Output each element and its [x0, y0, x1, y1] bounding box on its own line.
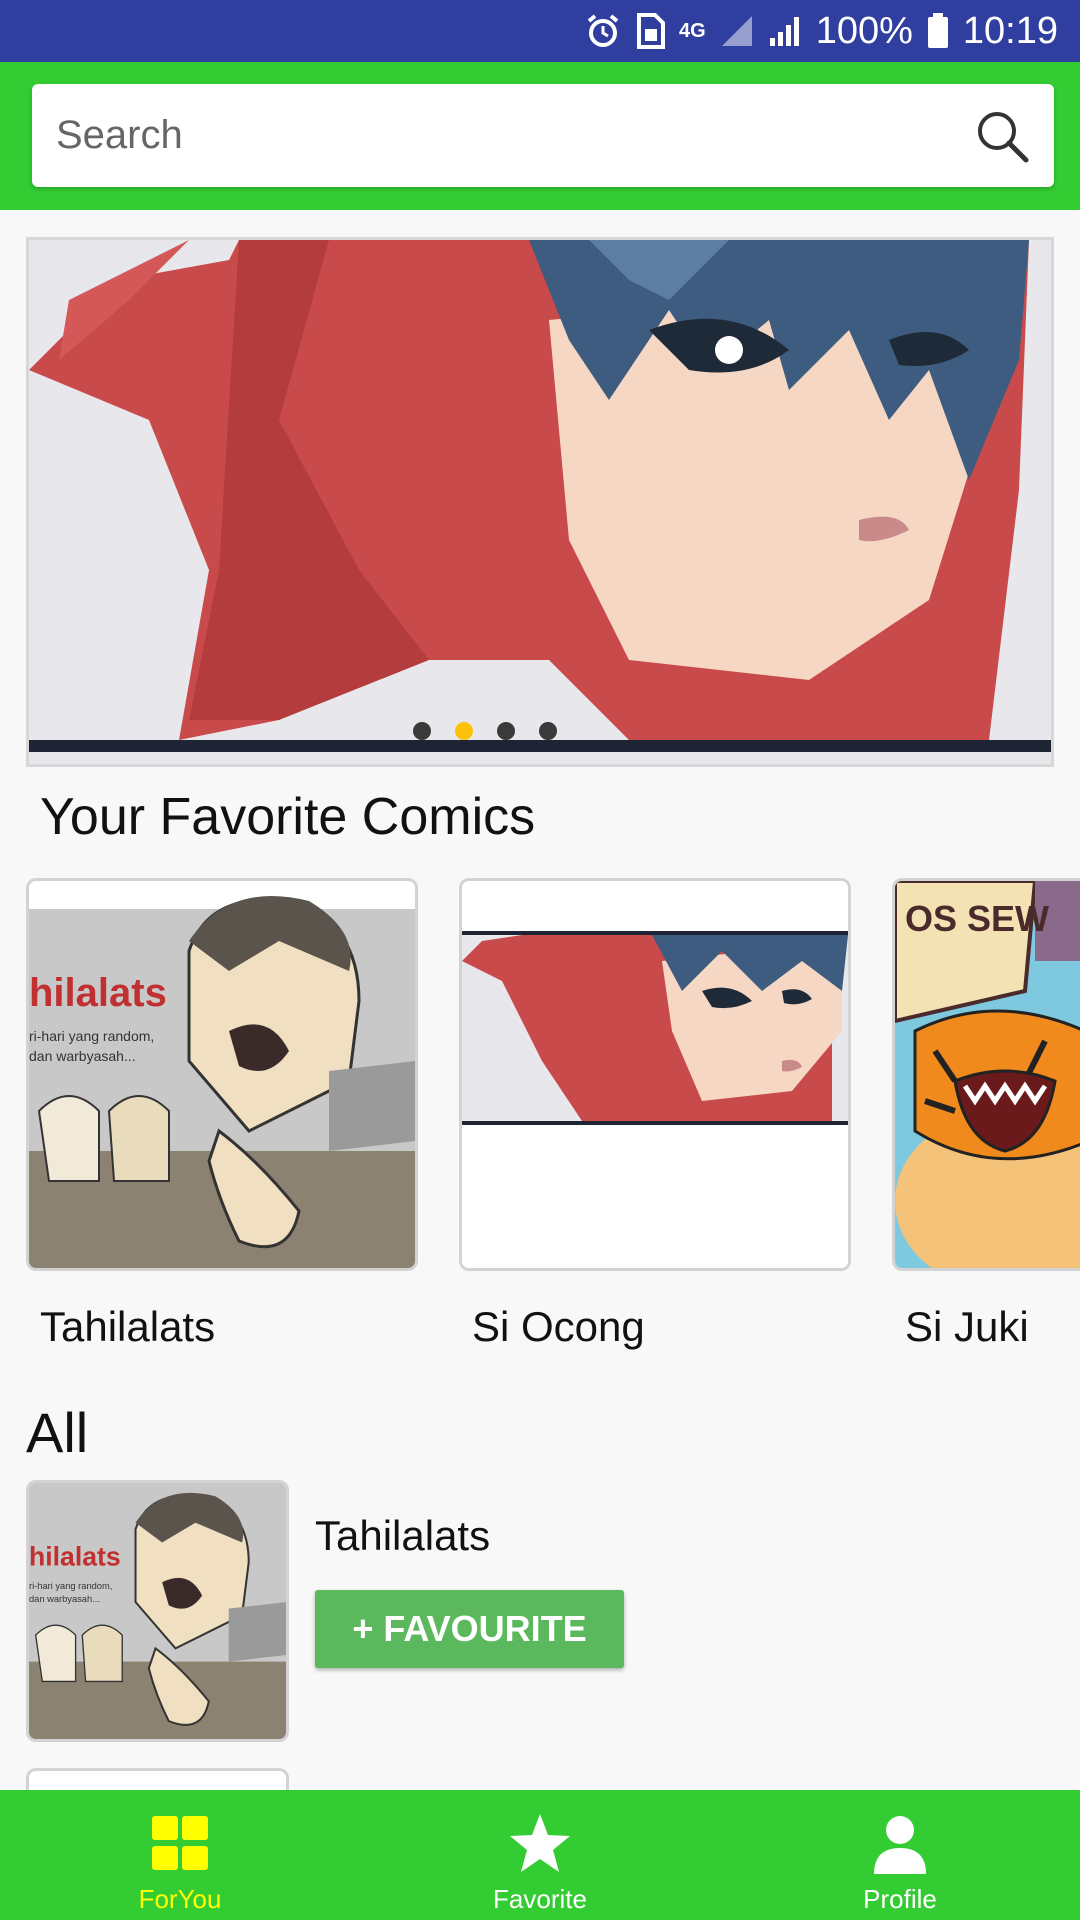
status-bar: 4G 100% 10:19 [0, 0, 1080, 62]
cover-sub-text: ri-hari yang random, [29, 1581, 112, 1591]
cover-title-text: OS SEW [905, 898, 1049, 939]
nav-item-profile[interactable]: Profile [720, 1790, 1080, 1920]
list-item-title[interactable]: Tahilalats [315, 1512, 490, 1560]
cover-title-text: hilalats [29, 1542, 121, 1572]
bottom-navigation: ForYou Favorite Profile [0, 1790, 1080, 1920]
favorite-card-si-juki[interactable]: OS SEW [892, 878, 1080, 1271]
cover-title-text: hilalats [29, 971, 167, 1015]
add-favourite-button[interactable]: + FAVOURITE [315, 1590, 624, 1668]
comic-cover-image: OS SEW [895, 881, 1080, 1268]
carousel-dot[interactable] [497, 722, 515, 740]
favorite-card-label[interactable]: Si Juki [905, 1303, 1029, 1351]
nav-label: Profile [863, 1884, 937, 1914]
nav-label: ForYou [138, 1884, 222, 1914]
comic-cover-image: hilalats ri-hari yang random, dan warbya… [29, 881, 415, 1268]
favorite-card-label[interactable]: Tahilalats [40, 1303, 215, 1351]
clock: 10:19 [962, 9, 1058, 52]
nav-label: Favorite [493, 1884, 587, 1914]
favorite-card-tahilalats[interactable]: hilalats ri-hari yang random, dan warbya… [26, 878, 418, 1271]
carousel-dot[interactable] [413, 722, 431, 740]
cover-sub-text: dan warbyasah... [29, 1594, 100, 1604]
app-bar [0, 62, 1080, 210]
star-icon [510, 1814, 570, 1872]
signal-icon [720, 14, 754, 48]
search-input[interactable] [56, 113, 972, 158]
network-4g-icon: 4G [679, 20, 706, 42]
carousel-dot-active[interactable] [455, 722, 473, 740]
banner-image [29, 240, 1051, 764]
favorite-card-si-ocong[interactable] [459, 878, 851, 1271]
battery-icon [927, 13, 949, 49]
comic-cover-image: hilalats ri-hari yang random, dan warbya… [29, 1483, 286, 1739]
banner-carousel[interactable] [26, 237, 1054, 767]
cover-sub-text: ri-hari yang random, [29, 1028, 154, 1044]
alarm-icon [585, 13, 621, 49]
carousel-indicator [29, 722, 1051, 740]
nav-item-foryou[interactable]: ForYou [0, 1790, 360, 1920]
sim-icon [635, 13, 666, 49]
list-item-thumbnail[interactable]: hilalats ri-hari yang random, dan warbya… [26, 1480, 289, 1742]
nav-item-favorite[interactable]: Favorite [360, 1790, 720, 1920]
person-icon [874, 1816, 926, 1874]
favorite-card-label[interactable]: Si Ocong [472, 1303, 645, 1351]
signal-icon [768, 14, 802, 48]
search-box[interactable] [32, 84, 1054, 187]
grid-icon [152, 1816, 208, 1870]
comic-cover-image [462, 881, 848, 1268]
cover-sub-text: dan warbyasah... [29, 1048, 136, 1064]
search-icon[interactable] [972, 106, 1032, 166]
all-section-title: All [26, 1401, 89, 1464]
favorites-section-title: Your Favorite Comics [40, 788, 536, 846]
carousel-dot[interactable] [539, 722, 557, 740]
battery-percent: 100% [815, 9, 913, 52]
